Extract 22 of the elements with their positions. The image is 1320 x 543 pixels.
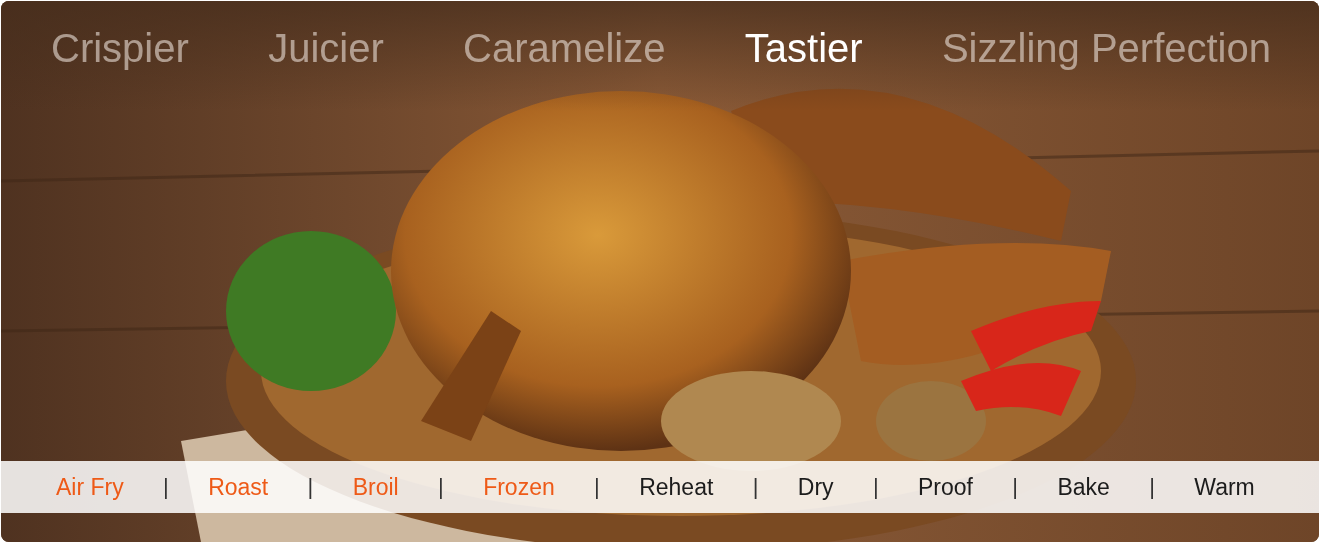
separator: |: [307, 474, 314, 500]
separator: |: [438, 474, 444, 500]
headline-tab[interactable]: Tastier: [744, 25, 863, 71]
mode-link[interactable]: Bake: [1057, 473, 1110, 501]
mode-link[interactable]: Proof: [918, 473, 973, 501]
separator: |: [163, 474, 169, 500]
headline-tab[interactable]: Sizzling Perfection: [941, 25, 1271, 71]
mode-link[interactable]: Warm: [1194, 473, 1255, 501]
separator: |: [872, 474, 879, 500]
mode-link[interactable]: Air Fry: [56, 473, 124, 501]
separator: |: [1149, 474, 1155, 500]
headline-tab[interactable]: Caramelize: [463, 25, 666, 71]
separator: |: [1012, 474, 1019, 500]
mode-link[interactable]: Dry: [797, 473, 834, 501]
separator: |: [752, 474, 759, 500]
mode-link[interactable]: Reheat: [639, 473, 714, 501]
mode-link[interactable]: Broil: [352, 473, 399, 501]
headline-tab[interactable]: Juicier: [268, 25, 384, 71]
mode-link[interactable]: Frozen: [483, 473, 555, 501]
mode-link[interactable]: Roast: [208, 473, 269, 501]
headline-tab[interactable]: Crispier: [51, 25, 189, 71]
separator: |: [594, 474, 600, 500]
